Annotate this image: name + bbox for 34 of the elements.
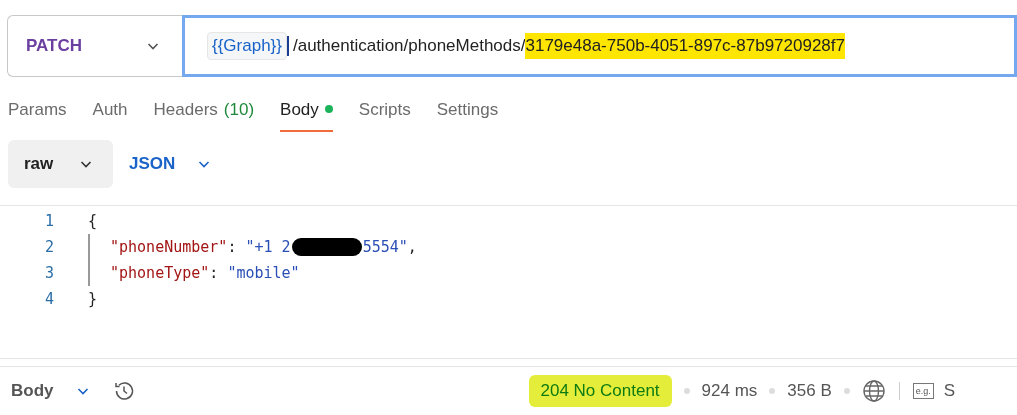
tab[interactable]: Params: [8, 96, 67, 133]
json-punctuation: :: [209, 262, 220, 284]
line-number: 3: [43, 262, 54, 284]
json-punctuation: }: [88, 288, 98, 310]
response-time: 924 ms: [701, 380, 758, 403]
json-string: "mobile": [227, 262, 300, 284]
line-number: 1: [43, 210, 54, 232]
json-punctuation: ,: [407, 236, 417, 258]
variable-chip: {{Graph}}: [207, 32, 287, 60]
tab[interactable]: Settings: [436, 96, 499, 133]
method-dropdown[interactable]: PATCH: [7, 15, 182, 77]
response-body-dropdown[interactable]: Body: [11, 378, 90, 404]
resource-id: 3179e48a-750b-4051-897c-87b9720928f7: [525, 33, 845, 59]
body-mode-dropdown[interactable]: raw: [8, 140, 113, 189]
json-key: "phoneNumber": [110, 235, 228, 259]
line-number: 4: [43, 288, 54, 310]
json-punctuation: :: [227, 236, 238, 258]
line-number: 2: [43, 236, 54, 258]
text-cursor: [286, 36, 289, 56]
example-icon[interactable]: e.g.: [912, 382, 934, 399]
json-string: "+1 2: [245, 236, 291, 258]
json-key: "phoneType": [110, 261, 210, 285]
status-badge: 204 No Content: [528, 375, 672, 407]
language-dropdown[interactable]: JSON: [127, 151, 212, 177]
globe-icon[interactable]: [861, 378, 886, 403]
save-response-label[interactable]: S: [943, 378, 956, 404]
response-size: 356 B: [787, 380, 832, 403]
json-string: 5554": [362, 236, 408, 258]
json-punctuation: {: [88, 210, 98, 232]
tab[interactable]: Body: [280, 96, 333, 133]
redaction-mark: [291, 238, 362, 257]
tab[interactable]: Headers (10): [153, 96, 255, 133]
tab[interactable]: Auth: [92, 96, 128, 133]
tab[interactable]: Scripts: [358, 96, 411, 133]
